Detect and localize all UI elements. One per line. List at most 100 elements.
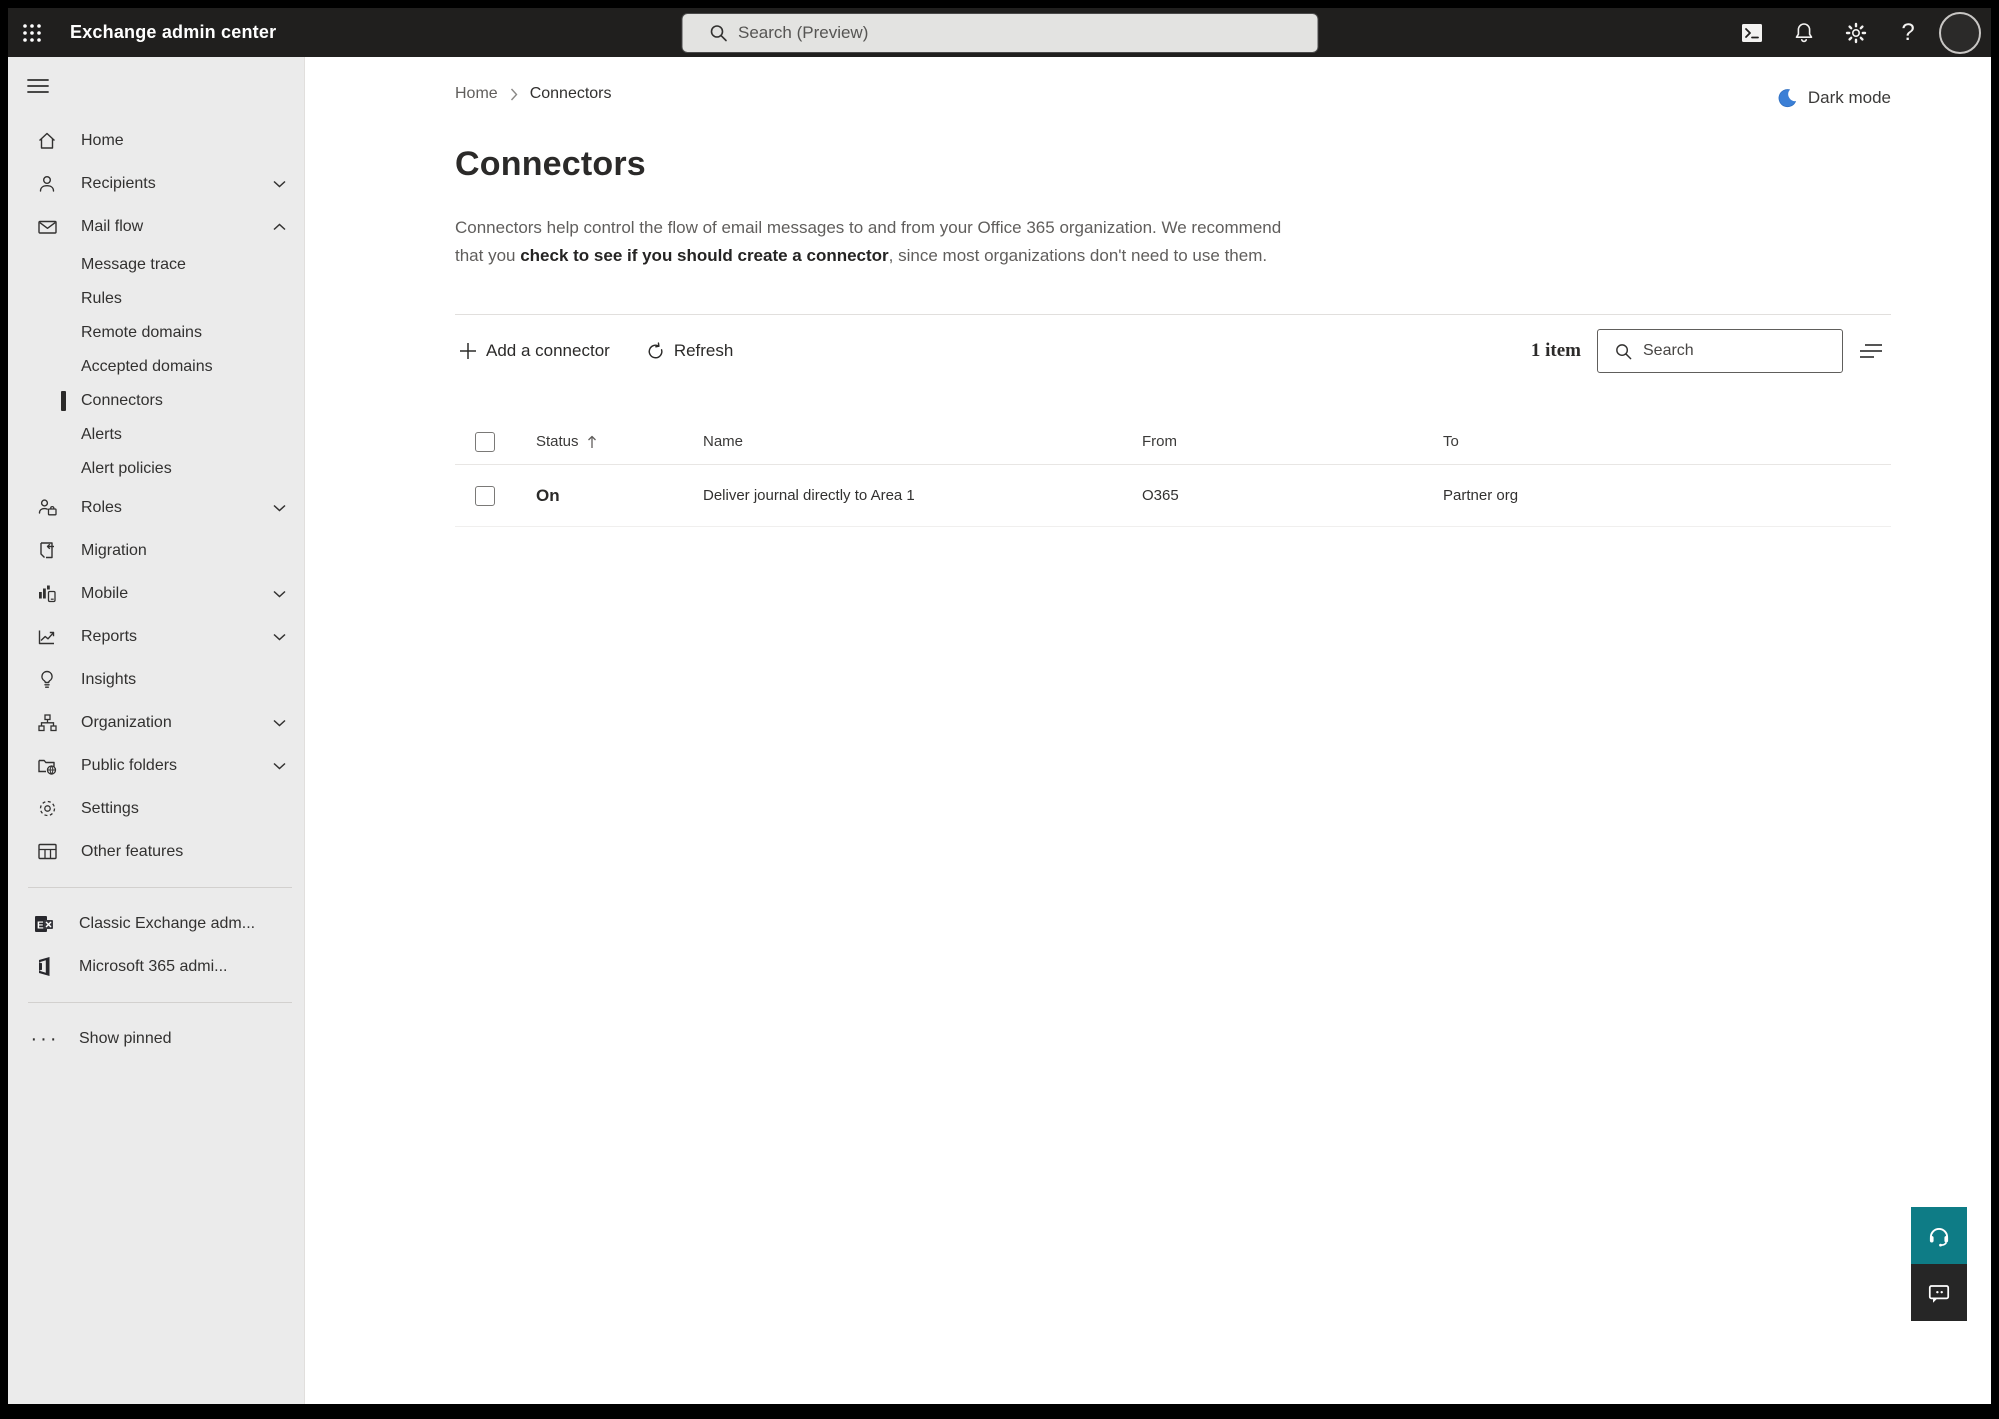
cell-name[interactable]: Deliver journal directly to Area 1 <box>690 487 1130 504</box>
help-icon: ? <box>1901 18 1915 46</box>
bell-icon <box>1795 22 1813 42</box>
list-search-input[interactable] <box>1643 342 1832 360</box>
home-icon <box>36 130 58 152</box>
plus-icon <box>460 343 476 359</box>
select-all-checkbox[interactable] <box>475 431 495 452</box>
sidebar-item-remote-domains[interactable]: Remote domains <box>8 316 304 350</box>
sidebar-item-microsoft-365-admin[interactable]: Microsoft 365 admi... <box>8 945 304 988</box>
sidebar-item-home[interactable]: Home <box>8 119 304 162</box>
add-connector-label: Add a connector <box>486 341 610 360</box>
sidebar-item-label: Mail flow <box>81 217 144 235</box>
column-label: Name <box>703 433 744 450</box>
search-icon <box>710 24 727 41</box>
chevron-down-icon <box>273 633 286 641</box>
app-window: Exchange admin center Search (Preview) ?… <box>8 8 1991 1404</box>
insights-icon <box>36 669 58 691</box>
sidebar-item-label: Microsoft 365 admi... <box>79 957 228 975</box>
app-launcher-icon[interactable] <box>8 8 56 57</box>
sidebar-item-alert-policies[interactable]: Alert policies <box>8 452 304 486</box>
column-label: Status <box>536 433 579 450</box>
nav-divider <box>28 887 292 888</box>
breadcrumb-separator-icon <box>510 88 518 101</box>
sidebar-item-label: Recipients <box>81 174 156 192</box>
add-connector-button[interactable]: Add a connector <box>455 335 614 367</box>
show-pinned-button[interactable]: ··· Show pinned <box>8 1017 304 1060</box>
breadcrumb-home-link[interactable]: Home <box>455 85 498 103</box>
nav-collapse-button[interactable] <box>14 65 62 107</box>
item-count: 1 item <box>1530 340 1581 361</box>
sidebar-item-message-trace[interactable]: Message trace <box>8 248 304 282</box>
sidebar-item-label: Alert policies <box>81 460 172 477</box>
sidebar-item-label: Organization <box>81 713 172 731</box>
refresh-icon <box>648 341 663 358</box>
global-search[interactable] <box>681 12 1318 53</box>
column-header-status[interactable]: Status <box>520 433 690 450</box>
sidebar-item-rules[interactable]: Rules <box>8 282 304 316</box>
global-search-input[interactable] <box>738 22 1305 43</box>
account-avatar[interactable] <box>1939 11 1981 54</box>
table-header-row: Status Name From To <box>455 419 1891 465</box>
sidebar-item-settings[interactable]: Settings <box>8 787 304 830</box>
hamburger-icon <box>27 79 49 93</box>
refresh-button[interactable]: Refresh <box>642 335 738 367</box>
breadcrumb-current: Connectors <box>529 85 612 102</box>
public-folders-icon <box>36 755 58 777</box>
sidebar-item-insights[interactable]: Insights <box>8 658 304 701</box>
sidebar-item-other-features[interactable]: Other features <box>8 830 304 873</box>
sidebar-item-label: Mobile <box>81 584 129 602</box>
sidebar-item-classic-exchange[interactable]: E Classic Exchange adm... <box>8 902 304 945</box>
cell-to: Partner org <box>1443 487 1519 504</box>
gear-icon <box>1845 22 1867 43</box>
table-row[interactable]: On Deliver journal directly to Area 1 O3… <box>455 465 1891 527</box>
notifications-button[interactable] <box>1783 12 1825 54</box>
support-button[interactable] <box>1911 1207 1967 1264</box>
column-header-from[interactable]: From <box>1130 433 1430 450</box>
moon-icon <box>1778 89 1796 108</box>
dark-mode-toggle[interactable]: Dark mode <box>1776 87 1891 109</box>
sidebar-item-mobile[interactable]: Mobile <box>8 572 304 615</box>
toolbar-divider <box>455 314 1891 315</box>
sidebar-item-mail-flow[interactable]: Mail flow <box>8 205 304 248</box>
sidebar-item-reports[interactable]: Reports <box>8 615 304 658</box>
sort-ascending-icon <box>587 435 596 448</box>
column-label: To <box>1443 433 1459 450</box>
sidebar-item-label: Public folders <box>81 756 178 774</box>
sidebar-item-accepted-domains[interactable]: Accepted domains <box>8 350 304 384</box>
column-header-to[interactable]: To <box>1430 433 1891 450</box>
organization-icon <box>36 712 58 734</box>
svg-text:E: E <box>37 920 44 931</box>
list-search[interactable] <box>1597 329 1843 373</box>
column-header-name[interactable]: Name <box>690 433 1130 450</box>
microsoft-365-logo <box>32 954 58 980</box>
sidebar-item-label: Settings <box>81 799 139 817</box>
sidebar-item-connectors[interactable]: Connectors <box>8 384 304 418</box>
search-icon <box>1616 343 1632 359</box>
sidebar-item-organization[interactable]: Organization <box>8 701 304 744</box>
help-button[interactable]: ? <box>1887 12 1929 54</box>
sidebar-item-roles[interactable]: Roles <box>8 486 304 529</box>
cloud-shell-icon <box>1742 23 1762 42</box>
sidebar-item-migration[interactable]: Migration <box>8 529 304 572</box>
row-checkbox[interactable] <box>475 485 495 506</box>
cell-status: On <box>536 485 560 505</box>
cloud-shell-button[interactable] <box>1731 12 1773 54</box>
sidebar-item-label: Rules <box>81 290 122 307</box>
feedback-button[interactable] <box>1911 1264 1967 1321</box>
sidebar-item-label: Classic Exchange adm... <box>79 914 256 932</box>
sidebar-item-public-folders[interactable]: Public folders <box>8 744 304 787</box>
sidebar-item-label: Accepted domains <box>81 358 213 375</box>
table-icon <box>36 841 58 863</box>
sidebar-item-label: Message trace <box>81 256 186 273</box>
mail-icon <box>36 216 58 238</box>
sidebar-item-alerts[interactable]: Alerts <box>8 418 304 452</box>
chevron-up-icon <box>273 222 286 231</box>
create-connector-check-link[interactable]: check to see if you should create a conn… <box>520 246 888 265</box>
app-title: Exchange admin center <box>70 22 277 42</box>
sidebar-item-label: Connectors <box>81 392 163 409</box>
settings-button[interactable] <box>1835 12 1877 54</box>
headset-icon <box>1929 1227 1949 1247</box>
filter-button[interactable] <box>1851 331 1891 371</box>
person-icon <box>36 173 58 195</box>
sidebar-item-recipients[interactable]: Recipients <box>8 162 304 205</box>
refresh-label: Refresh <box>673 341 734 360</box>
